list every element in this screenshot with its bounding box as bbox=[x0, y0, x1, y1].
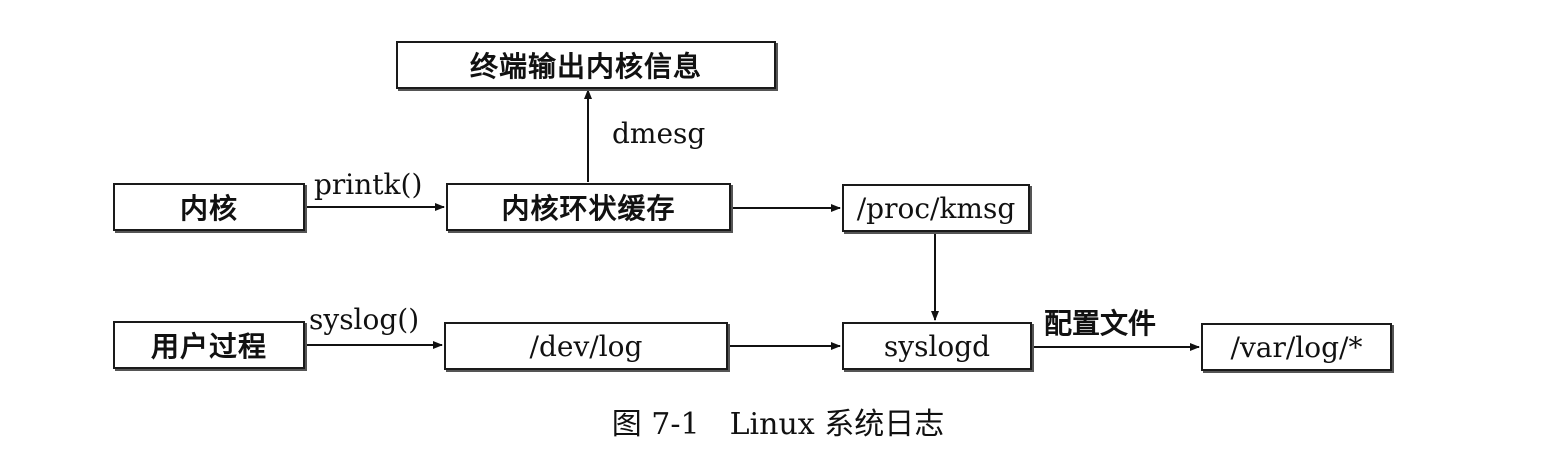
syslogd-box: syslogd bbox=[842, 322, 1032, 370]
figure-caption: 图 7-1 Linux 系统日志 bbox=[611, 407, 945, 442]
terminal-output-box: 终端输出内核信息 bbox=[396, 41, 776, 89]
kernel-box: 内核 bbox=[113, 183, 305, 231]
var-log-box: /var/log/* bbox=[1201, 323, 1392, 371]
user-process-box: 用户过程 bbox=[113, 321, 305, 369]
connector-layer bbox=[305, 89, 1200, 351]
config-file-label: 配置文件 bbox=[1044, 307, 1157, 340]
syslog-label: syslog() bbox=[309, 303, 420, 336]
dev-log-box: /dev/log bbox=[444, 322, 728, 370]
dmesg-label: dmesg bbox=[612, 117, 706, 150]
printk-label: printk() bbox=[314, 168, 423, 201]
ring-buffer-box: 内核环状缓存 bbox=[446, 183, 731, 231]
diagram: 终端输出内核信息 内核 内核环状缓存 /proc/kmsg 用户过程 /dev/… bbox=[0, 0, 1556, 476]
proc-kmsg-box: /proc/kmsg bbox=[842, 184, 1030, 232]
